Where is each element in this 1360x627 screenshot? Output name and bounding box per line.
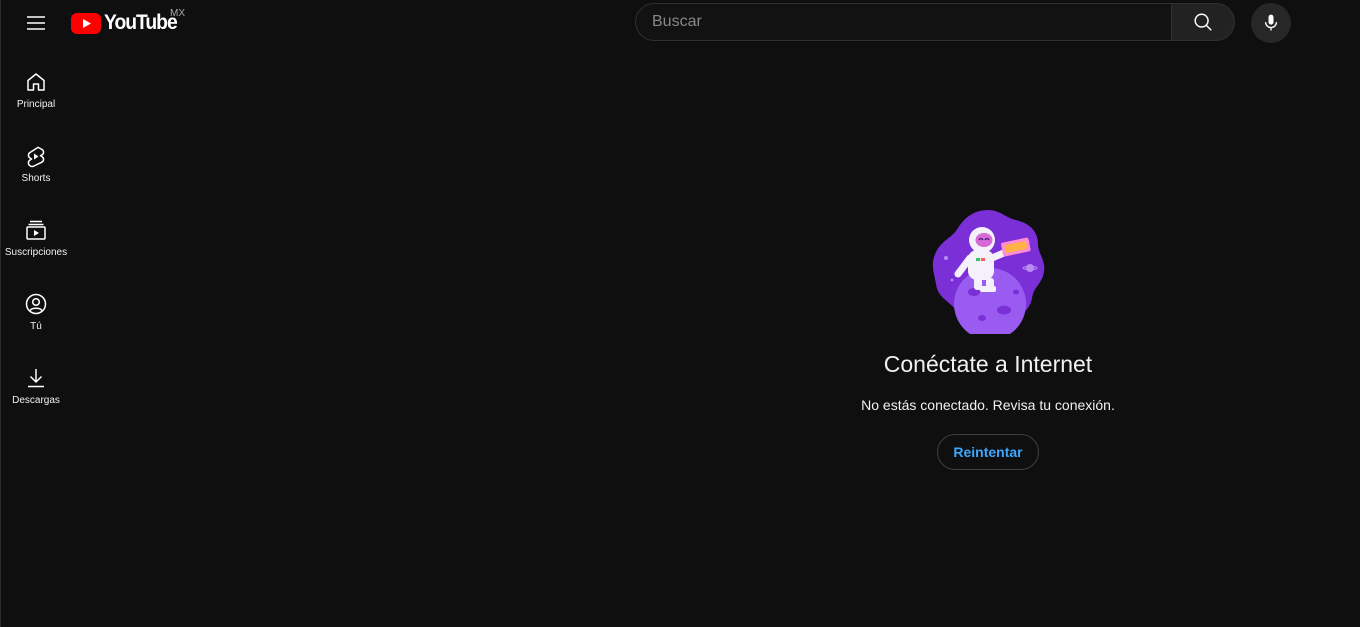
- you-icon: [25, 293, 47, 315]
- retry-button[interactable]: Reintentar: [937, 434, 1039, 470]
- sidebar-item-suscripciones[interactable]: Suscripciones: [4, 204, 68, 278]
- sidebar-item-label: Descargas: [12, 395, 60, 406]
- download-icon: [28, 369, 44, 388]
- search-button[interactable]: [1171, 3, 1235, 41]
- youtube-play-logo-icon: [71, 12, 101, 34]
- voice-search-button[interactable]: [1251, 3, 1291, 43]
- shorts-icon: [27, 146, 45, 168]
- sidebar-item-label: Suscripciones: [4, 247, 68, 258]
- home-icon: [27, 73, 45, 91]
- astronaut-on-planet-illustration: [932, 210, 1045, 334]
- offline-message: Conéctate a Internet No estás conectado.…: [788, 200, 1188, 470]
- sidebar-item-descargas[interactable]: Descargas: [4, 352, 68, 426]
- offline-message-text: No estás conectado. Revisa tu conexión.: [861, 397, 1115, 413]
- masthead: YouTube MX: [0, 0, 1360, 56]
- sidebar-item-shorts[interactable]: Shorts: [4, 130, 68, 204]
- sidebar-item-label: Shorts: [21, 173, 51, 184]
- guide-menu-button[interactable]: [16, 3, 56, 43]
- youtube-logo[interactable]: YouTube: [71, 10, 183, 36]
- search-input[interactable]: [636, 4, 1171, 40]
- sidebar-item-label: Tú: [30, 321, 42, 332]
- logo-country-code: MX: [170, 8, 185, 19]
- window-edge: [0, 0, 1, 627]
- offline-title: Conéctate a Internet: [883, 351, 1093, 377]
- search-box: [635, 3, 1171, 41]
- logo-wordmark: YouTube: [104, 11, 178, 34]
- microphone-icon: [1264, 14, 1278, 31]
- sidebar-item-principal[interactable]: Principal: [4, 56, 68, 130]
- search-icon: [1194, 13, 1212, 31]
- sidebar-item-tu[interactable]: Tú: [4, 278, 68, 352]
- sidebar-item-label: Principal: [16, 99, 56, 110]
- hamburger-menu-icon: [27, 16, 45, 30]
- subscriptions-icon: [26, 220, 46, 240]
